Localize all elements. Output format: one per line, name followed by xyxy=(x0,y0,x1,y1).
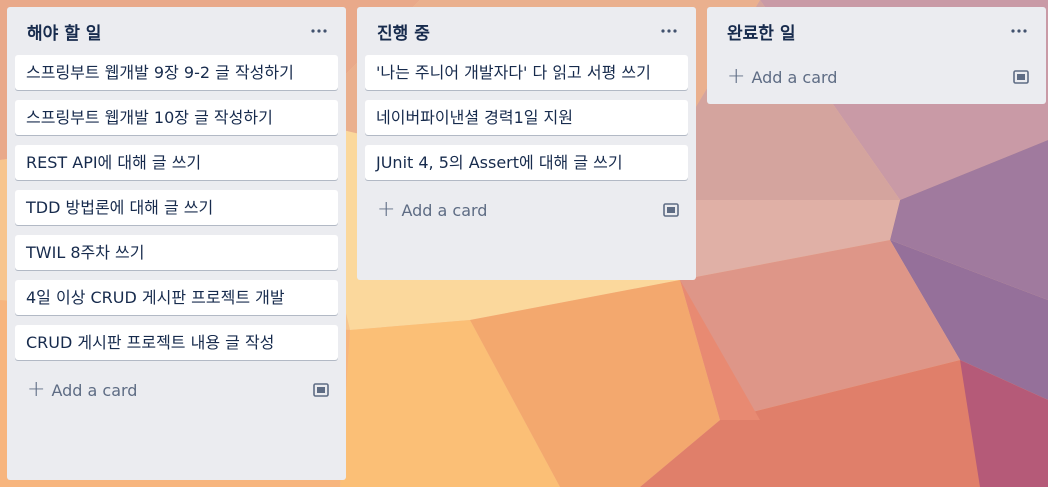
plus-icon: + xyxy=(27,377,46,402)
list-done: 완료한 일 + Add a card xyxy=(707,7,1046,104)
add-card-row: + Add a card xyxy=(715,57,1038,97)
add-card-label: Add a card xyxy=(401,200,488,220)
ellipsis-icon[interactable] xyxy=(654,16,684,46)
add-card-button[interactable]: + Add a card xyxy=(27,379,137,401)
list-title[interactable]: 해야 할 일 xyxy=(27,19,101,44)
card-template-icon[interactable] xyxy=(1012,69,1030,85)
card[interactable]: JUnit 4, 5의 Assert에 대해 글 쓰기 xyxy=(365,145,688,180)
card[interactable]: 네이버파이낸셜 경력1일 지원 xyxy=(365,100,688,135)
card[interactable]: CRUD 게시판 프로젝트 내용 글 작성 xyxy=(15,325,338,360)
ellipsis-icon[interactable] xyxy=(304,16,334,46)
card[interactable]: 스프링부트 웹개발 9장 9-2 글 작성하기 xyxy=(15,55,338,90)
list-header: 진행 중 xyxy=(365,7,688,55)
card[interactable]: 스프링부트 웹개발 10장 글 작성하기 xyxy=(15,100,338,135)
card[interactable]: TWIL 8주차 쓰기 xyxy=(15,235,338,270)
card[interactable]: 4일 이상 CRUD 게시판 프로젝트 개발 xyxy=(15,280,338,315)
ellipsis-icon[interactable] xyxy=(1004,16,1034,46)
card[interactable]: TDD 방법론에 대해 글 쓰기 xyxy=(15,190,338,225)
add-card-button[interactable]: + Add a card xyxy=(377,199,487,221)
list-header: 해야 할 일 xyxy=(15,7,338,55)
list-title[interactable]: 진행 중 xyxy=(377,19,430,44)
list-in-progress: 진행 중 '나는 주니어 개발자다' 다 읽고 서평 쓰기 네이버파이낸셜 경력… xyxy=(357,7,696,280)
card-template-icon[interactable] xyxy=(662,202,680,218)
list-header: 완료한 일 xyxy=(715,7,1038,55)
add-card-label: Add a card xyxy=(751,67,838,87)
plus-icon: + xyxy=(727,64,746,89)
list-title[interactable]: 완료한 일 xyxy=(727,19,795,44)
card[interactable]: '나는 주니어 개발자다' 다 읽고 서평 쓰기 xyxy=(365,55,688,90)
add-card-row: + Add a card xyxy=(365,190,688,230)
list-todo: 해야 할 일 스프링부트 웹개발 9장 9-2 글 작성하기 스프링부트 웹개발… xyxy=(7,7,346,480)
card-template-icon[interactable] xyxy=(312,382,330,398)
add-card-button[interactable]: + Add a card xyxy=(727,66,837,88)
plus-icon: + xyxy=(377,197,396,222)
add-card-row: + Add a card xyxy=(15,370,338,410)
add-card-label: Add a card xyxy=(51,380,138,400)
card[interactable]: REST API에 대해 글 쓰기 xyxy=(15,145,338,180)
